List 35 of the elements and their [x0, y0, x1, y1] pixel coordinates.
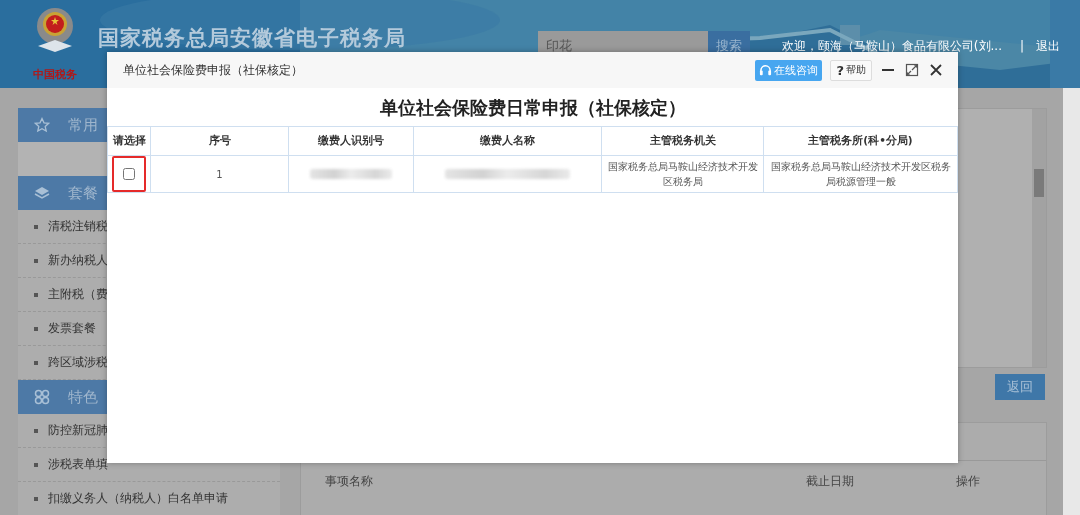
- dialog-title: 单位社会保险费申报（社保核定）: [123, 61, 303, 79]
- column-header: 缴费人识别号: [288, 126, 414, 156]
- clover-icon: [34, 389, 50, 405]
- dialog-heading: 单位社会保险费日常申报（社保核定）: [379, 96, 686, 120]
- column-header: 截止日期: [806, 472, 855, 490]
- column-header: 主管税务所(科•分局): [763, 126, 958, 156]
- column-header: 操作: [956, 472, 981, 490]
- return-button[interactable]: 返回: [995, 374, 1045, 400]
- section-title: 特色: [68, 387, 98, 407]
- star-icon: [34, 117, 50, 133]
- welcome-text: 欢迎，颐海（马鞍山）食品有限公司(刘...: [781, 37, 1002, 55]
- column-header: 缴费人名称: [413, 126, 602, 156]
- consult-button[interactable]: 在线咨询: [755, 59, 823, 81]
- maximize-icon[interactable]: [904, 62, 920, 78]
- table-cell: 1: [150, 155, 289, 193]
- layers-icon: [34, 185, 50, 201]
- scrollbar[interactable]: [1063, 88, 1080, 515]
- table-cell: 国家税务总局马鞍山经济技术开发区税务局: [601, 155, 764, 193]
- close-icon[interactable]: [928, 62, 944, 78]
- logo-text: 中国税务: [33, 67, 77, 82]
- section-title: 常用: [68, 115, 98, 135]
- headset-icon: [759, 63, 773, 77]
- column-header: 请选择: [107, 126, 151, 156]
- column-header: 主管税务机关: [601, 126, 764, 156]
- table-cell: 国家税务总局马鞍山经济技术开发区税务局税源管理一般: [763, 155, 958, 193]
- column-header: 事项名称: [325, 472, 374, 490]
- site-title: 国家税务总局安徽省电子税务局: [98, 25, 406, 52]
- row-checkbox[interactable]: [123, 168, 135, 180]
- help-button[interactable]: ?帮助: [830, 59, 872, 81]
- separator-text: |: [1019, 39, 1024, 53]
- scrollbar[interactable]: [1032, 109, 1046, 367]
- logout-link[interactable]: 退出: [1036, 37, 1060, 55]
- section-title: 套餐: [68, 183, 98, 203]
- menu-item[interactable]: 扣缴义务人（纳税人）白名单申请: [18, 482, 280, 515]
- column-header: 序号: [150, 126, 289, 156]
